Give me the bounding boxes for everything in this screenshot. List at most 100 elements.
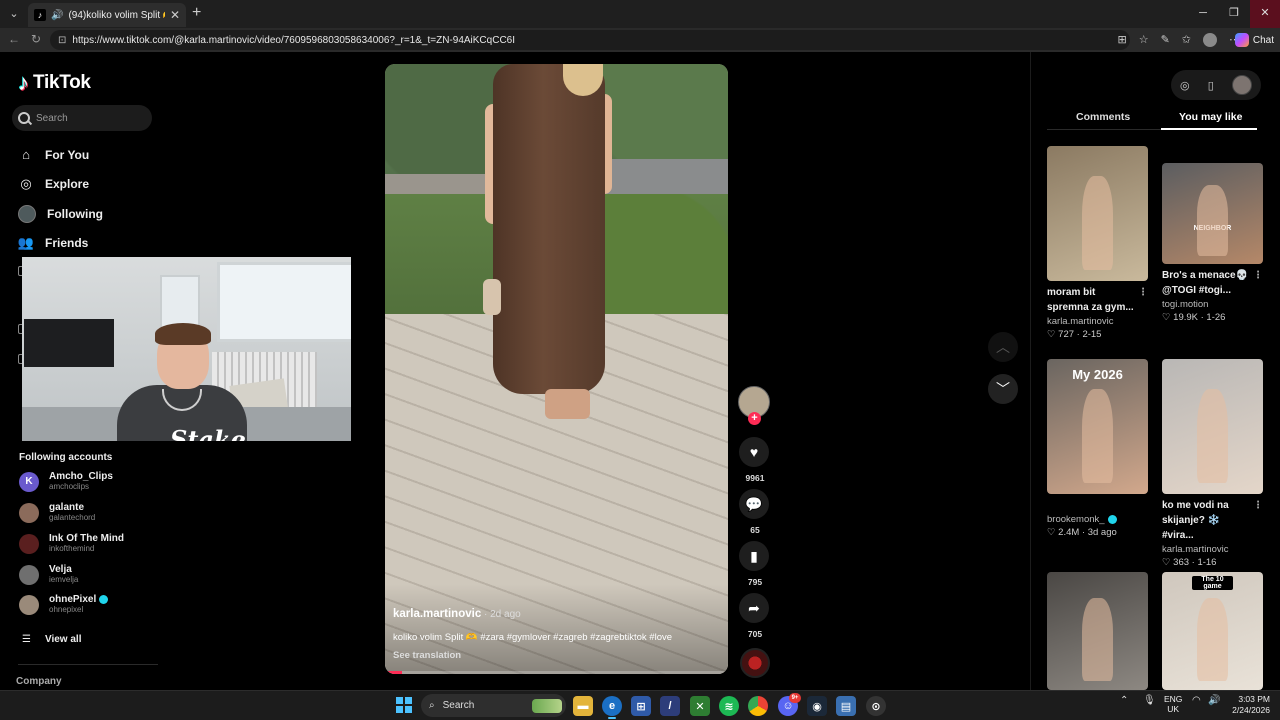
sidebar-item-label: For You bbox=[45, 147, 90, 162]
video-author-name: karla.martinovic bbox=[393, 608, 482, 620]
previous-video-button[interactable]: ︿ bbox=[988, 332, 1018, 362]
store-icon[interactable]: ⊞ bbox=[631, 696, 651, 716]
sidebar-item-following[interactable]: Following bbox=[18, 199, 168, 229]
url-field[interactable]: ⊡ https://www.tiktok.com/@karla.martinov… bbox=[50, 30, 1130, 50]
recommended-video-card[interactable] bbox=[1047, 572, 1148, 690]
sidebar-item-friends[interactable]: 👥 Friends bbox=[18, 229, 168, 259]
favorite-star-icon[interactable]: ☆ bbox=[1139, 33, 1149, 47]
taskbar-search[interactable]: ⌕ Search bbox=[421, 694, 566, 717]
compass-icon[interactable]: ◎ bbox=[1180, 79, 1190, 92]
company-link[interactable]: Company bbox=[16, 676, 62, 687]
panel-toolbar: ◎ ▯ bbox=[1171, 70, 1261, 100]
back-button[interactable]: ← bbox=[6, 32, 22, 46]
more-options-icon[interactable]: ⋮ bbox=[1253, 268, 1263, 283]
friends-icon: 👥 bbox=[17, 235, 35, 251]
search-icon: ⌕ bbox=[429, 700, 435, 711]
site-info-icon[interactable]: ⊡ bbox=[58, 35, 66, 46]
more-options-icon[interactable]: ⋮ bbox=[1253, 498, 1263, 513]
app-icon[interactable]: ⊙ bbox=[866, 696, 886, 716]
card-title[interactable]: Bro's a menace💀 @TOGI #togi... ⋮ bbox=[1162, 268, 1263, 298]
card-username[interactable]: karla.martinovic bbox=[1047, 316, 1148, 327]
phone-icon[interactable]: ▯ bbox=[1208, 79, 1214, 92]
search-box[interactable]: Search bbox=[12, 105, 152, 131]
language-indicator[interactable]: ENG UK bbox=[1164, 694, 1182, 714]
card-title[interactable]: ko me vodi na skijanje? ❄️ #vira... ⋮ bbox=[1162, 498, 1263, 543]
favorites-icon[interactable]: ✩ bbox=[1182, 33, 1191, 47]
recommended-video-card[interactable]: moram bit spremna za gym... ⋮ karla.martin… bbox=[1047, 146, 1148, 340]
tray-overflow-icon[interactable]: ⌃ bbox=[1120, 695, 1128, 706]
profile-avatar[interactable] bbox=[1203, 33, 1217, 47]
xbox-icon[interactable]: ✕ bbox=[690, 696, 710, 716]
recommended-video-card[interactable]: ko me vodi na skijanje? ❄️ #vira... ⋮ karl… bbox=[1162, 359, 1263, 568]
more-options-icon[interactable]: ⋮ bbox=[1138, 285, 1148, 300]
close-tab-icon[interactable]: ✕ bbox=[170, 8, 180, 22]
video-caption[interactable]: koliko volim Split 🫶 #zara #gymlover #za… bbox=[393, 632, 672, 643]
share-icon: ➦ bbox=[748, 599, 760, 616]
edge-icon[interactable]: e bbox=[602, 696, 622, 716]
video-author[interactable]: karla.martinovic · 2d ago bbox=[393, 608, 521, 620]
video-thumbnail[interactable] bbox=[1047, 146, 1148, 281]
video-thumbnail[interactable]: The 10 game bbox=[1162, 572, 1263, 690]
speaker-icon[interactable]: 🔊 bbox=[51, 10, 63, 21]
wifi-icon[interactable]: ◠ bbox=[1192, 695, 1201, 706]
view-all-button[interactable]: ☰ View all bbox=[22, 634, 81, 645]
tab-comments[interactable]: Comments bbox=[1076, 111, 1130, 123]
steam-icon[interactable]: ◉ bbox=[807, 696, 827, 716]
card-username[interactable]: togi.motion bbox=[1162, 299, 1263, 310]
card-title[interactable]: moram bit spremna za gym... ⋮ bbox=[1047, 285, 1148, 315]
windows-start-icon[interactable] bbox=[396, 697, 412, 713]
following-account[interactable]: K Amcho_Clips amchoclips bbox=[19, 471, 113, 492]
tab-you-may-like[interactable]: You may like bbox=[1179, 111, 1242, 123]
account-avatar bbox=[19, 502, 39, 523]
chrome-icon[interactable] bbox=[748, 696, 768, 716]
video-progress-bar[interactable] bbox=[385, 671, 728, 674]
music-disc-icon[interactable] bbox=[740, 648, 770, 678]
notepad-icon[interactable]: ▤ bbox=[836, 696, 856, 716]
sidebar-item-for-you[interactable]: ⌂ For You bbox=[18, 140, 168, 170]
save-button[interactable]: ▮ bbox=[739, 541, 769, 571]
refresh-button[interactable]: ↻ bbox=[28, 32, 44, 46]
app-icon[interactable]: / bbox=[660, 696, 680, 716]
following-account[interactable]: Velja iemvelja bbox=[19, 564, 78, 585]
new-tab-button[interactable]: + bbox=[192, 4, 201, 22]
recommended-video-card[interactable]: The 10 game bbox=[1162, 572, 1263, 690]
apps-icon[interactable]: ⊞ bbox=[1117, 33, 1126, 47]
user-avatar[interactable] bbox=[1231, 75, 1252, 95]
tiktok-logo[interactable]: ♪ TikTok bbox=[18, 70, 91, 96]
tab-list-button[interactable]: ⌄ bbox=[4, 5, 24, 23]
volume-icon[interactable]: 🔊 bbox=[1208, 695, 1220, 706]
share-button[interactable]: ➦ bbox=[739, 593, 769, 623]
spotify-icon[interactable]: ≋ bbox=[719, 696, 739, 716]
close-window-button[interactable]: ✕ bbox=[1250, 0, 1280, 28]
following-account[interactable]: ohnePixel ohnepixel bbox=[19, 594, 109, 615]
following-account[interactable]: Ink Of The Mind inkofthemind bbox=[19, 533, 124, 554]
recommended-video-card[interactable]: My 2026 brookemonk_ ♡ 2.4M · 3d ago bbox=[1047, 359, 1148, 538]
browser-tab-active[interactable]: ♪ 🔊 (94)koliko volim Split 🫶 #zar ✕ bbox=[28, 3, 186, 27]
follow-plus-button[interactable]: + bbox=[748, 412, 761, 425]
following-account[interactable]: galante galantechord bbox=[19, 502, 95, 523]
file-explorer-icon[interactable]: ▬ bbox=[573, 696, 593, 716]
clock[interactable]: 3:03 PM 2/24/2026 bbox=[1228, 694, 1270, 716]
video-dress bbox=[493, 64, 605, 394]
extensions-icon[interactable]: ✎ bbox=[1161, 33, 1170, 47]
see-translation-link[interactable]: See translation bbox=[393, 650, 461, 661]
comment-button[interactable]: 💬 bbox=[739, 489, 769, 519]
card-username[interactable]: brookemonk_ bbox=[1047, 514, 1148, 525]
video-player[interactable]: karla.martinovic · 2d ago koliko volim S… bbox=[385, 64, 728, 674]
copilot-chat-button[interactable]: Chat bbox=[1234, 31, 1274, 49]
card-username[interactable]: karla.martinovic bbox=[1162, 544, 1263, 555]
next-video-button[interactable]: ﹀ bbox=[988, 374, 1018, 404]
restore-button[interactable]: ❐ bbox=[1219, 0, 1249, 28]
recommended-video-card[interactable]: NEIGHBOR Bro's a menace💀 @TOGI #togi... ⋮ t… bbox=[1162, 163, 1263, 323]
video-thumbnail[interactable] bbox=[1162, 359, 1263, 494]
account-username: inkofthemind bbox=[49, 544, 95, 553]
microphone-icon[interactable]: 🎙 bbox=[1143, 695, 1156, 706]
sidebar-item-explore[interactable]: ◎ Explore bbox=[18, 170, 168, 200]
video-age: · 2d ago bbox=[481, 609, 521, 620]
video-thumbnail[interactable]: NEIGHBOR bbox=[1162, 163, 1263, 264]
video-thumbnail[interactable]: My 2026 bbox=[1047, 359, 1148, 494]
account-username: amchoclips bbox=[49, 482, 90, 491]
minimize-button[interactable]: ─ bbox=[1188, 0, 1218, 28]
video-thumbnail[interactable] bbox=[1047, 572, 1148, 690]
like-button[interactable]: ♥ bbox=[739, 437, 769, 467]
